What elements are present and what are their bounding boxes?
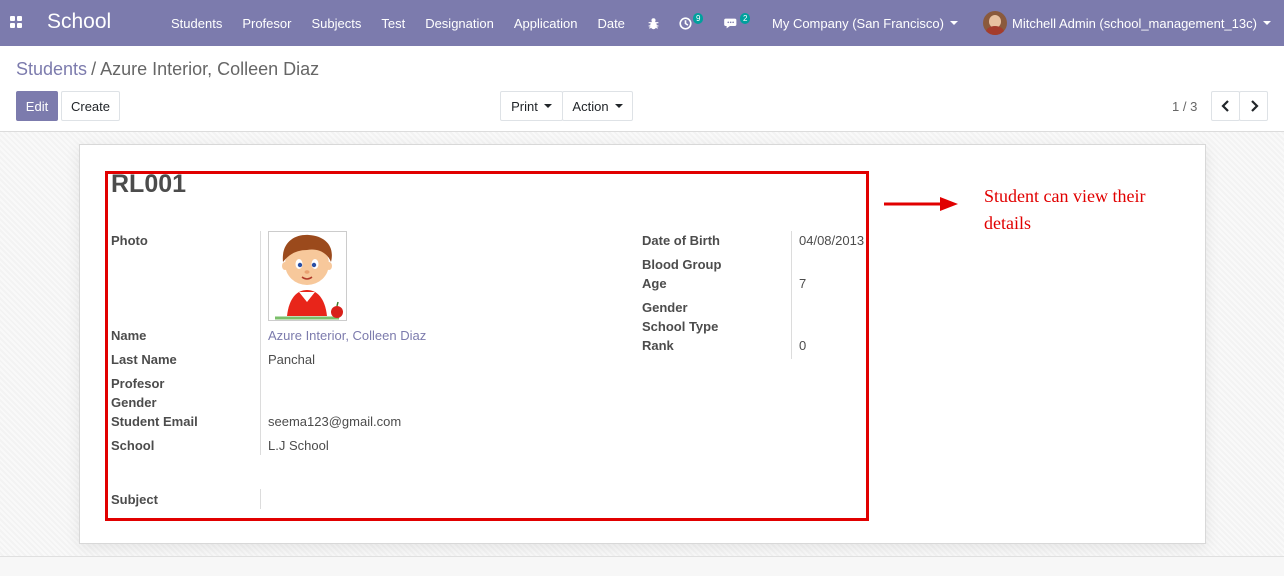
messages-badge: 2 (740, 12, 751, 24)
pager-next-button[interactable] (1239, 91, 1268, 121)
menu-item-profesor[interactable]: Profesor (232, 16, 301, 31)
user-name: Mitchell Admin (school_management_13c) (1012, 15, 1257, 31)
breadcrumb-current: Azure Interior, Colleen Diaz (100, 59, 320, 79)
create-button[interactable]: Create (61, 91, 120, 121)
company-name: My Company (San Francisco) (772, 15, 944, 31)
avatar (983, 11, 1007, 35)
chat-icon (724, 18, 737, 28)
menu-item-test[interactable]: Test (371, 16, 415, 31)
main-menu: Students Profesor Subjects Test Designat… (161, 0, 635, 46)
arrow-right-icon (884, 197, 958, 211)
annotation-text: Student can view their details (984, 186, 1146, 233)
menu-item-designation[interactable]: Designation (415, 16, 504, 31)
chatter-area (0, 557, 1284, 576)
bug-icon[interactable] (647, 0, 660, 46)
action-label: Action (572, 98, 609, 114)
menu-item-students[interactable]: Students (161, 16, 232, 31)
chevron-right-icon (1250, 100, 1259, 112)
chevron-left-icon (1220, 100, 1229, 112)
activity-badge: 9 (693, 12, 704, 24)
messages-button[interactable]: 2 (724, 0, 751, 46)
highlight-box (105, 171, 869, 521)
chevron-down-icon (949, 21, 958, 25)
chevron-down-icon (1262, 21, 1271, 25)
breadcrumb-students-link[interactable]: Students (16, 59, 87, 79)
menu-item-date[interactable]: Date (587, 16, 634, 31)
breadcrumb-separator: / (91, 59, 97, 79)
clock-icon (679, 16, 692, 30)
pager-value[interactable]: 1 / 3 (1172, 99, 1197, 114)
apps-grid-icon[interactable] (10, 16, 22, 28)
action-dropdown[interactable]: Action (562, 91, 633, 121)
chevron-down-icon (614, 104, 623, 108)
breadcrumb: Students / Azure Interior, Colleen Diaz (16, 59, 319, 80)
edit-button[interactable]: Edit (16, 91, 58, 121)
print-dropdown[interactable]: Print (500, 91, 563, 121)
menu-item-application[interactable]: Application (504, 16, 588, 31)
top-navbar: School Students Profesor Subjects Test D… (0, 0, 1284, 46)
user-menu[interactable]: Mitchell Admin (school_management_13c) (983, 0, 1271, 46)
activity-button[interactable]: 9 (679, 0, 704, 46)
pager-previous-button[interactable] (1211, 91, 1240, 121)
company-switcher[interactable]: My Company (San Francisco) (772, 0, 958, 46)
menu-item-subjects[interactable]: Subjects (301, 16, 371, 31)
chevron-down-icon (543, 104, 552, 108)
print-label: Print (511, 98, 538, 114)
app-brand[interactable]: School (47, 10, 111, 34)
